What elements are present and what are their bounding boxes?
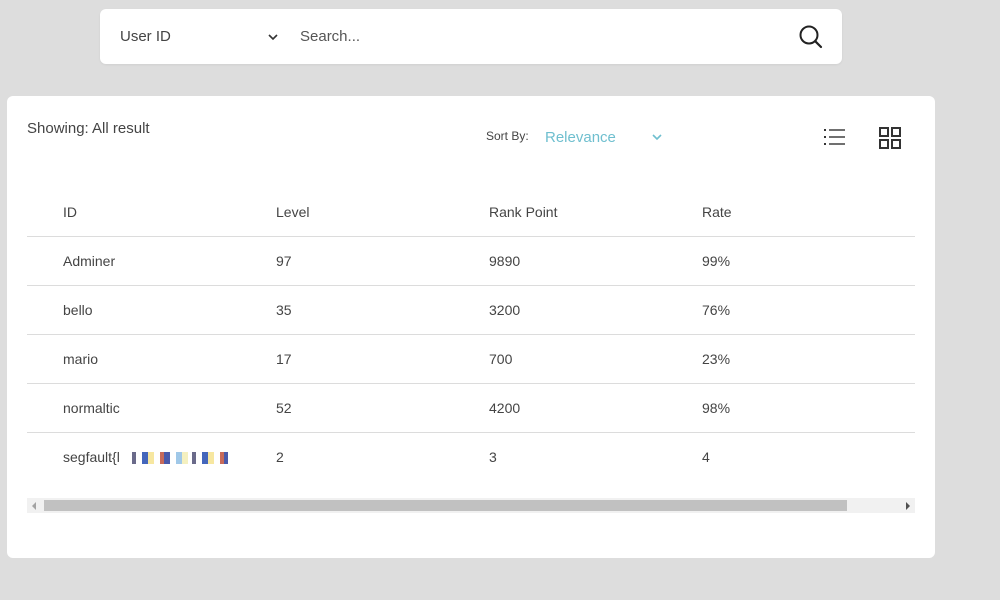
cell-rate: 23% bbox=[702, 351, 731, 367]
search-filter-select[interactable]: User ID bbox=[120, 9, 285, 64]
column-header-level[interactable]: Level bbox=[276, 204, 489, 220]
table-row[interactable]: normaltic 52 4200 98% bbox=[27, 384, 915, 433]
search-input[interactable] bbox=[300, 19, 780, 54]
list-view-icon[interactable] bbox=[823, 126, 847, 148]
showing-text: Showing: All result bbox=[27, 120, 150, 137]
cell-level: 35 bbox=[276, 302, 292, 318]
scroll-right-arrow-icon[interactable] bbox=[906, 502, 910, 510]
horizontal-scrollbar[interactable] bbox=[27, 498, 915, 513]
table-row[interactable]: bello 35 3200 76% bbox=[27, 286, 915, 335]
table-row[interactable]: mario 17 700 23% bbox=[27, 335, 915, 384]
cell-rate: 76% bbox=[702, 302, 731, 318]
column-header-id[interactable]: ID bbox=[27, 204, 276, 220]
cell-id-text: segfault{l bbox=[63, 449, 120, 465]
cell-rate: 4 bbox=[702, 449, 710, 465]
column-header-rank-point[interactable]: Rank Point bbox=[489, 204, 702, 220]
search-icon[interactable] bbox=[798, 24, 824, 50]
column-header-rate[interactable]: Rate bbox=[702, 204, 915, 220]
cell-id: segfault{l bbox=[27, 449, 276, 465]
cell-id: normaltic bbox=[63, 400, 120, 416]
scroll-left-arrow-icon[interactable] bbox=[32, 502, 36, 510]
cell-rate: 98% bbox=[702, 400, 731, 416]
results-panel: Showing: All result Sort By: Relevance I… bbox=[7, 96, 935, 558]
table-row[interactable]: Adminer 97 9890 99% bbox=[27, 237, 915, 286]
cell-rank-point: 3 bbox=[489, 449, 497, 465]
cell-rank-point: 700 bbox=[489, 351, 513, 367]
cell-level: 17 bbox=[276, 351, 292, 367]
sort-select[interactable]: Relevance bbox=[545, 126, 665, 148]
table-row[interactable]: segfault{l 2 3 4 bbox=[27, 433, 915, 481]
chevron-down-icon bbox=[268, 33, 278, 40]
search-filter-label: User ID bbox=[120, 28, 171, 45]
cell-rank-point: 3200 bbox=[489, 302, 521, 318]
cell-id: bello bbox=[63, 302, 93, 318]
redacted-text bbox=[127, 452, 228, 465]
scrollbar-thumb[interactable] bbox=[44, 500, 847, 511]
table-header-row: ID Level Rank Point Rate bbox=[27, 188, 915, 237]
search-bar: User ID bbox=[100, 9, 842, 64]
sort-selected-label: Relevance bbox=[545, 128, 616, 146]
sort-label: Sort By: bbox=[486, 129, 529, 143]
cell-rank-point: 4200 bbox=[489, 400, 521, 416]
cell-level: 2 bbox=[276, 449, 284, 465]
cell-level: 97 bbox=[276, 253, 292, 269]
cell-id: mario bbox=[63, 351, 99, 367]
grid-view-icon[interactable] bbox=[878, 126, 902, 150]
cell-level: 52 bbox=[276, 400, 292, 416]
cell-rate: 99% bbox=[702, 253, 731, 269]
cell-rank-point: 9890 bbox=[489, 253, 521, 269]
cell-id: Adminer bbox=[63, 253, 116, 269]
results-table: ID Level Rank Point Rate Adminer 97 9890… bbox=[27, 188, 915, 481]
chevron-down-icon bbox=[652, 134, 662, 141]
